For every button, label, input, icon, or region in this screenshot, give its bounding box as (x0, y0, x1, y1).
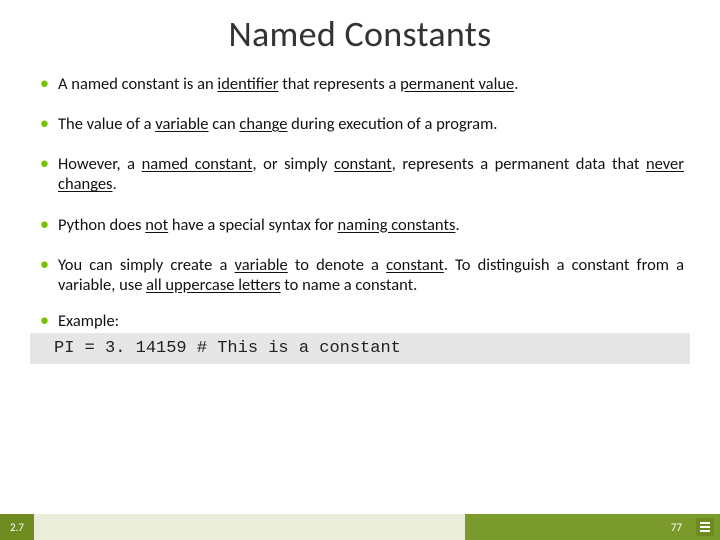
slide-title: Named Constants (0, 12, 720, 56)
footer-strip-light (0, 514, 465, 540)
section-number: 2.7 (0, 514, 34, 540)
example-code: PI = 3. 14159 # This is a constant (30, 333, 690, 364)
bullet-1: A named constant is an identifier that r… (40, 74, 684, 94)
example-block: Example: (0, 311, 720, 331)
example-label: Example: (40, 311, 684, 331)
slide: Named Constants A named constant is an i… (0, 0, 720, 540)
page-number: 77 (671, 514, 682, 540)
bullet-list: A named constant is an identifier that r… (0, 74, 720, 295)
bullet-4: Python does not have a special syntax fo… (40, 215, 684, 235)
bullet-2: The value of a variable can change durin… (40, 114, 684, 134)
menu-icon[interactable] (696, 518, 714, 536)
footer-bar: 2.7 77 (0, 514, 720, 540)
bullet-3: However, a named constant, or simply con… (40, 154, 684, 194)
bullet-5: You can simply create a variable to deno… (40, 255, 684, 295)
